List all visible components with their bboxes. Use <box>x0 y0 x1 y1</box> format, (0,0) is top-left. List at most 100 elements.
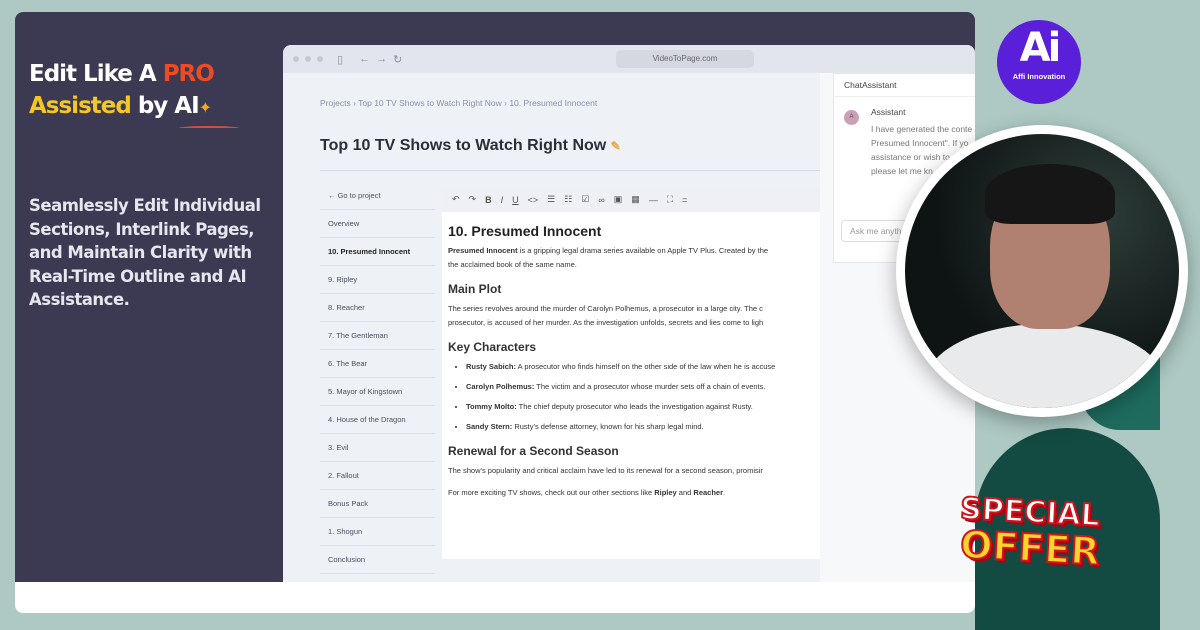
promo-card: Edit Like A PRO Assisted by AI✦ Seamless… <box>15 12 975 613</box>
breadcrumb-item[interactable]: Projects <box>320 98 351 108</box>
nav-item[interactable]: 2. Fallout <box>320 462 435 490</box>
nav-item[interactable]: 8. Reacher <box>320 294 435 322</box>
edit-icon[interactable]: ✎ <box>611 139 621 153</box>
affi-innovation-logo: Ai Affi Innovation <box>997 20 1081 104</box>
nav-item[interactable]: 7. The Gentleman <box>320 322 435 350</box>
breadcrumb-item[interactable]: Top 10 TV Shows to Watch Right Now <box>358 98 502 108</box>
list-item: Carolyn Polhemus: The victim and a prose… <box>466 380 814 394</box>
text: . <box>723 488 726 497</box>
character-name: Carolyn Polhemus: <box>466 382 535 391</box>
hero-assisted: Assisted <box>29 93 132 119</box>
window-dot[interactable] <box>305 56 311 62</box>
list-item: Tommy Molto: The chief deputy prosecutor… <box>466 400 814 414</box>
message-line: I have generated the conte <box>871 124 973 134</box>
character-name: Sandy Stern: <box>466 422 513 431</box>
character-name: Tommy Molto: <box>466 402 517 411</box>
align-icon[interactable]: = <box>682 195 687 205</box>
avatar: A <box>844 110 859 125</box>
nav-item[interactable]: 4. House of the Dragon <box>320 406 435 434</box>
hero-text: Edit Like A <box>29 61 163 87</box>
bold-icon[interactable]: B <box>485 195 492 205</box>
window-dot[interactable] <box>317 56 323 62</box>
back-icon[interactable]: ← <box>359 53 370 65</box>
dark-panel: Edit Like A PRO Assisted by AI✦ Seamless… <box>15 12 975 582</box>
page-title: Top 10 TV Shows to Watch Right Now ✎ <box>320 137 621 155</box>
divider <box>320 170 820 171</box>
message-line: Presumed Innocent". If yo <box>871 138 969 148</box>
fullscreen-icon[interactable]: ⛶ <box>667 194 673 205</box>
address-bar[interactable]: VideoToPage.com <box>616 50 754 68</box>
section-heading: 10. Presumed Innocent <box>448 223 602 239</box>
hero-by-ai: by AI <box>130 93 200 119</box>
text: prosecutor, is accused of her murder. As… <box>448 318 764 327</box>
nav-item[interactable]: 1. Shogun <box>320 518 435 546</box>
text: A prosecutor who finds himself on the ot… <box>516 362 776 371</box>
image-icon[interactable]: ▣ <box>614 194 623 205</box>
undo-icon[interactable]: ↶ <box>452 194 460 205</box>
forward-icon[interactable]: → <box>376 53 387 65</box>
browser-window: ▯ ← → ↻ VideoToPage.com Projects › Top 1… <box>283 45 975 582</box>
sidebar-toggle-icon[interactable]: ▯ <box>337 53 343 66</box>
character-name: Rusty Sabich: <box>466 362 517 371</box>
bullet-list-icon[interactable]: ☰ <box>547 194 555 205</box>
plot-paragraph: The series revolves around the murder of… <box>448 302 814 330</box>
go-to-project-link[interactable]: ← Go to project <box>320 182 435 210</box>
horizontal-rule-icon[interactable]: — <box>649 195 658 205</box>
characters-list: Rusty Sabich: A prosecutor who finds him… <box>448 360 814 434</box>
nav-item[interactable]: 9. Ripley <box>320 266 435 294</box>
code-icon[interactable]: <> <box>528 195 539 205</box>
browser-toolbar: ▯ ← → ↻ VideoToPage.com <box>283 45 975 73</box>
text: the acclaimed book of the same name. <box>448 260 577 269</box>
hero-pro: PRO <box>162 61 215 87</box>
underline-swoosh <box>179 126 239 130</box>
redo-icon[interactable]: ↷ <box>469 194 477 205</box>
table-icon[interactable]: ▦ <box>631 194 640 205</box>
nav-item[interactable]: Overview <box>320 210 435 238</box>
page-title-text: Top 10 TV Shows to Watch Right Now <box>320 137 607 154</box>
special-offer-badge: SPECIAL OFFER <box>915 490 1145 605</box>
nav-item[interactable]: 5. Mayor of Kingstown <box>320 378 435 406</box>
breadcrumb-item[interactable]: 10. Presumed Innocent <box>509 98 597 108</box>
text: The chief deputy prosecutor who leads th… <box>516 402 753 411</box>
text: is a gripping legal drama series availab… <box>517 246 769 255</box>
text: The victim and a prosecutor whose murder… <box>534 382 766 391</box>
go-to-project-label: Go to project <box>337 191 381 200</box>
presenter-photo <box>896 125 1188 417</box>
renewal-paragraph: The show's popularity and critical accla… <box>448 466 763 475</box>
editor-toolbar: ↶ ↷ B I U <> ☰ ☷ ☑ ∞ ▣ ▦ — ⛶ = <box>442 187 820 212</box>
link-icon[interactable]: ∞ <box>598 195 604 205</box>
text: For more exciting TV shows, check out ou… <box>448 488 655 497</box>
bold-text: Presumed Innocent <box>448 246 518 255</box>
intro-paragraph: Presumed Innocent is a gripping legal dr… <box>448 244 814 272</box>
chat-title: ChatAssistant <box>834 74 975 97</box>
subheading: Main Plot <box>448 282 502 296</box>
numbered-list-icon[interactable]: ☷ <box>564 194 572 205</box>
text: Rusty's defense attorney, known for his … <box>512 422 704 431</box>
more-paragraph: For more exciting TV shows, check out ou… <box>448 486 814 500</box>
list-item: Sandy Stern: Rusty's defense attorney, k… <box>466 420 814 434</box>
hero-subtitle: Seamlessly Edit Individual Sections, Int… <box>29 196 261 309</box>
document-content: 10. Presumed Innocent Presumed Innocent … <box>442 212 820 514</box>
nav-item[interactable]: Conclusion <box>320 546 435 574</box>
editor[interactable]: ↶ ↷ B I U <> ☰ ☷ ☑ ∞ ▣ ▦ — ⛶ = 10. Presumed Innocen… <box>442 187 820 559</box>
message-author: Assistant <box>871 107 906 117</box>
breadcrumb: Projects › Top 10 TV Shows to Watch Righ… <box>320 98 598 108</box>
list-item: Rusty Sabich: A prosecutor who finds him… <box>466 360 814 374</box>
italic-icon[interactable]: I <box>501 195 504 205</box>
underline-icon[interactable]: U <box>512 195 519 205</box>
task-list-icon[interactable]: ☑ <box>581 194 589 205</box>
nav-item[interactable]: 10. Presumed Innocent <box>320 238 435 266</box>
sparkle-icon: ✦ <box>198 98 212 117</box>
link-ripley[interactable]: Ripley <box>654 488 677 497</box>
outline-nav: ← Go to project Overview 10. Presumed Inn… <box>320 182 435 574</box>
text: The series revolves around the murder of… <box>448 304 763 313</box>
reload-icon[interactable]: ↻ <box>393 53 402 66</box>
window-dot[interactable] <box>293 56 299 62</box>
subheading: Key Characters <box>448 340 537 354</box>
hero-heading: Edit Like A PRO Assisted by AI✦ <box>29 58 239 130</box>
subheading: Renewal for a Second Season <box>448 444 619 458</box>
nav-item[interactable]: 6. The Bear <box>320 350 435 378</box>
nav-item[interactable]: Bonus Pack <box>320 490 435 518</box>
link-reacher[interactable]: Reacher <box>693 488 723 497</box>
nav-item[interactable]: 3. Evil <box>320 434 435 462</box>
